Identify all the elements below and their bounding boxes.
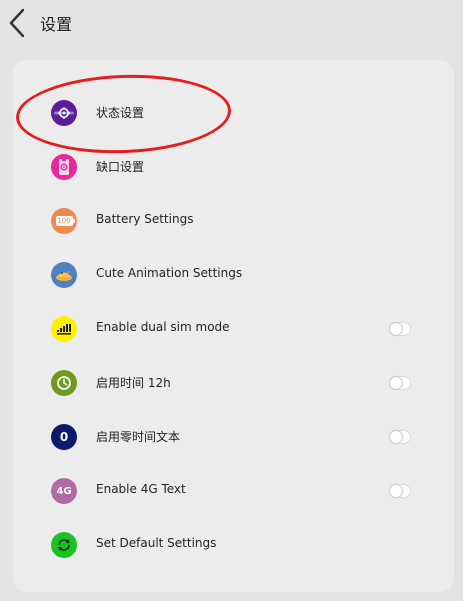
settings-item-label: 启用零时间文本	[96, 430, 181, 444]
toggle-knob	[390, 485, 402, 497]
dual-sim-toggle[interactable]	[389, 322, 411, 336]
top-bar: 设置	[0, 0, 463, 46]
reset-default-icon	[51, 532, 77, 558]
dual-sim-signal-icon	[51, 316, 77, 342]
zero-glyph: 0	[59, 430, 69, 444]
settings-item-zero-time-text[interactable]: 0 启用零时间文本	[13, 414, 454, 462]
animation-icon	[51, 262, 77, 288]
settings-item-notch[interactable]: 缺口设置	[13, 144, 454, 192]
zero-time-text-toggle[interactable]	[389, 430, 411, 444]
clock-icon	[51, 370, 77, 396]
toggle-knob	[390, 323, 402, 335]
battery-level-text: 100	[57, 216, 71, 225]
chevron-left-icon	[9, 8, 25, 38]
toggle-knob	[390, 377, 402, 389]
battery-icon: 100	[51, 208, 77, 234]
settings-item-12h-time[interactable]: 启用时间 12h	[13, 360, 454, 408]
settings-item-label: Set Default Settings	[96, 536, 217, 550]
settings-item-label: Enable 4G Text	[96, 482, 186, 496]
4g-text-toggle[interactable]	[389, 484, 411, 498]
4g-glyph: 4G	[56, 485, 72, 497]
zero-time-icon: 0	[51, 424, 77, 450]
settings-item-status[interactable]: 状态设置	[13, 90, 454, 138]
settings-item-4g-text[interactable]: 4G Enable 4G Text	[13, 468, 454, 516]
statusbar-settings-icon	[51, 100, 77, 126]
notch-settings-icon	[51, 154, 77, 180]
toggle-knob	[390, 431, 402, 443]
settings-item-battery[interactable]: 100 Battery Settings	[13, 198, 454, 246]
settings-list: 状态设置 缺口设置 100 Battery Settings Cute Anim…	[13, 60, 454, 592]
settings-item-label: Battery Settings	[96, 212, 194, 226]
settings-item-animation[interactable]: Cute Animation Settings	[13, 252, 454, 300]
back-button[interactable]	[6, 8, 32, 38]
settings-item-label: 状态设置	[96, 106, 145, 120]
12h-time-toggle[interactable]	[389, 376, 411, 390]
settings-item-default[interactable]: Set Default Settings	[13, 522, 454, 570]
settings-item-label: 启用时间 12h	[96, 376, 171, 390]
settings-item-label: 缺口设置	[96, 160, 145, 174]
page-title: 设置	[40, 15, 73, 34]
settings-item-label: Cute Animation Settings	[96, 266, 243, 280]
settings-item-label: Enable dual sim mode	[96, 320, 230, 334]
4g-text-icon: 4G	[51, 478, 77, 504]
settings-item-dual-sim[interactable]: Enable dual sim mode	[13, 306, 454, 354]
